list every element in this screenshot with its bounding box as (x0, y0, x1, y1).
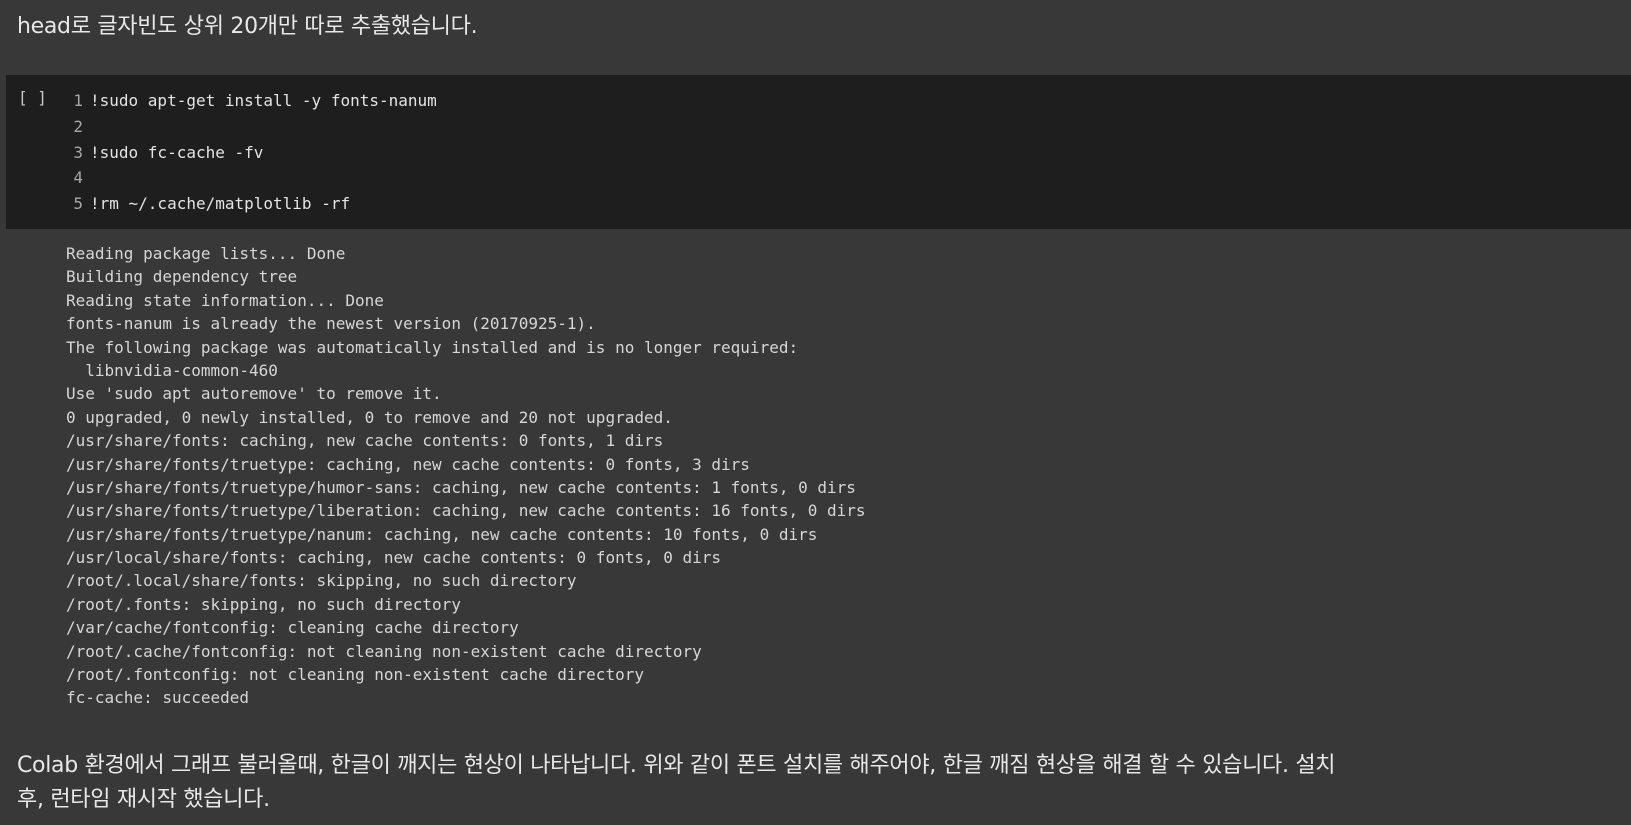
output-line: fc-cache: succeeded (66, 688, 250, 708)
output-line: fonts-nanum is already the newest versio… (66, 314, 596, 334)
output-line: Reading package lists... Done (66, 244, 346, 263)
output-line: libnvidia-common-460 (66, 360, 278, 380)
code-cell[interactable]: [ ] 1 !sudo apt-get install -y fonts-nan… (6, 75, 1631, 229)
markdown-text: Colab 환경에서 그래프 불러올때, 한글이 깨지는 현상이 나타납니다. … (17, 753, 1336, 778)
output-line: /usr/share/fonts/truetype/liberation: ca… (66, 501, 866, 521)
code-text: !sudo fc-cache -fv (90, 142, 264, 162)
code-line: 5 !rm ~/.cache/matplotlib -rf (6, 191, 437, 217)
cell-output: Reading package lists... Done Building d… (66, 242, 866, 710)
output-line: Use 'sudo apt autoremove' to remove it. (66, 384, 442, 404)
output-line: /root/.fonts: skipping, no such director… (66, 594, 461, 614)
output-line: Building dependency tree (66, 267, 298, 287)
markdown-text: head로 글자빈도 상위 20개만 따로 추출했습니다. (17, 14, 478, 39)
output-line: The following package was automatically … (66, 337, 799, 357)
output-line: Reading state information... Done (66, 290, 384, 310)
markdown-text: 후, 런타임 재시작 했습니다. (17, 787, 270, 812)
line-number: 3 (73, 142, 83, 162)
output-line: /usr/share/fonts/truetype/humor-sans: ca… (66, 477, 856, 497)
output-line: /usr/share/fonts/truetype: caching, new … (66, 454, 750, 474)
output-line: 0 upgraded, 0 newly installed, 0 to remo… (66, 407, 673, 427)
code-line: 4 (6, 165, 437, 191)
markdown-cell-top[interactable]: head로 글자빈도 상위 20개만 따로 추출했습니다. (17, 10, 1397, 44)
line-number: 5 (73, 194, 83, 214)
line-number: 1 (73, 91, 83, 110)
output-line: /usr/local/share/fonts: caching, new cac… (66, 548, 722, 568)
code-text: !sudo apt-get install -y fonts-nanum (90, 91, 437, 110)
code-line: 1 !sudo apt-get install -y fonts-nanum (6, 88, 437, 114)
output-line: /root/.fontconfig: not cleaning non-exis… (66, 665, 644, 685)
line-number: 4 (73, 168, 83, 188)
output-line: /usr/share/fonts/truetype/nanum: caching… (66, 524, 818, 544)
code-line: 2 (6, 114, 437, 140)
output-line: /root/.cache/fontconfig: not cleaning no… (66, 641, 702, 661)
output-line: /usr/share/fonts: caching, new cache con… (66, 431, 664, 451)
markdown-cell-bottom[interactable]: Colab 환경에서 그래프 불러올때, 한글이 깨지는 현상이 나타납니다. … (17, 749, 1397, 817)
output-line: /var/cache/fontconfig: cleaning cache di… (66, 618, 519, 638)
line-number: 2 (73, 116, 83, 136)
code-line: 3 !sudo fc-cache -fv (6, 140, 437, 166)
code-text: !rm ~/.cache/matplotlib -rf (90, 194, 351, 214)
output-line: /root/.local/share/fonts: skipping, no s… (66, 571, 577, 591)
code-editor[interactable]: 1 !sudo apt-get install -y fonts-nanum 2… (6, 88, 437, 217)
